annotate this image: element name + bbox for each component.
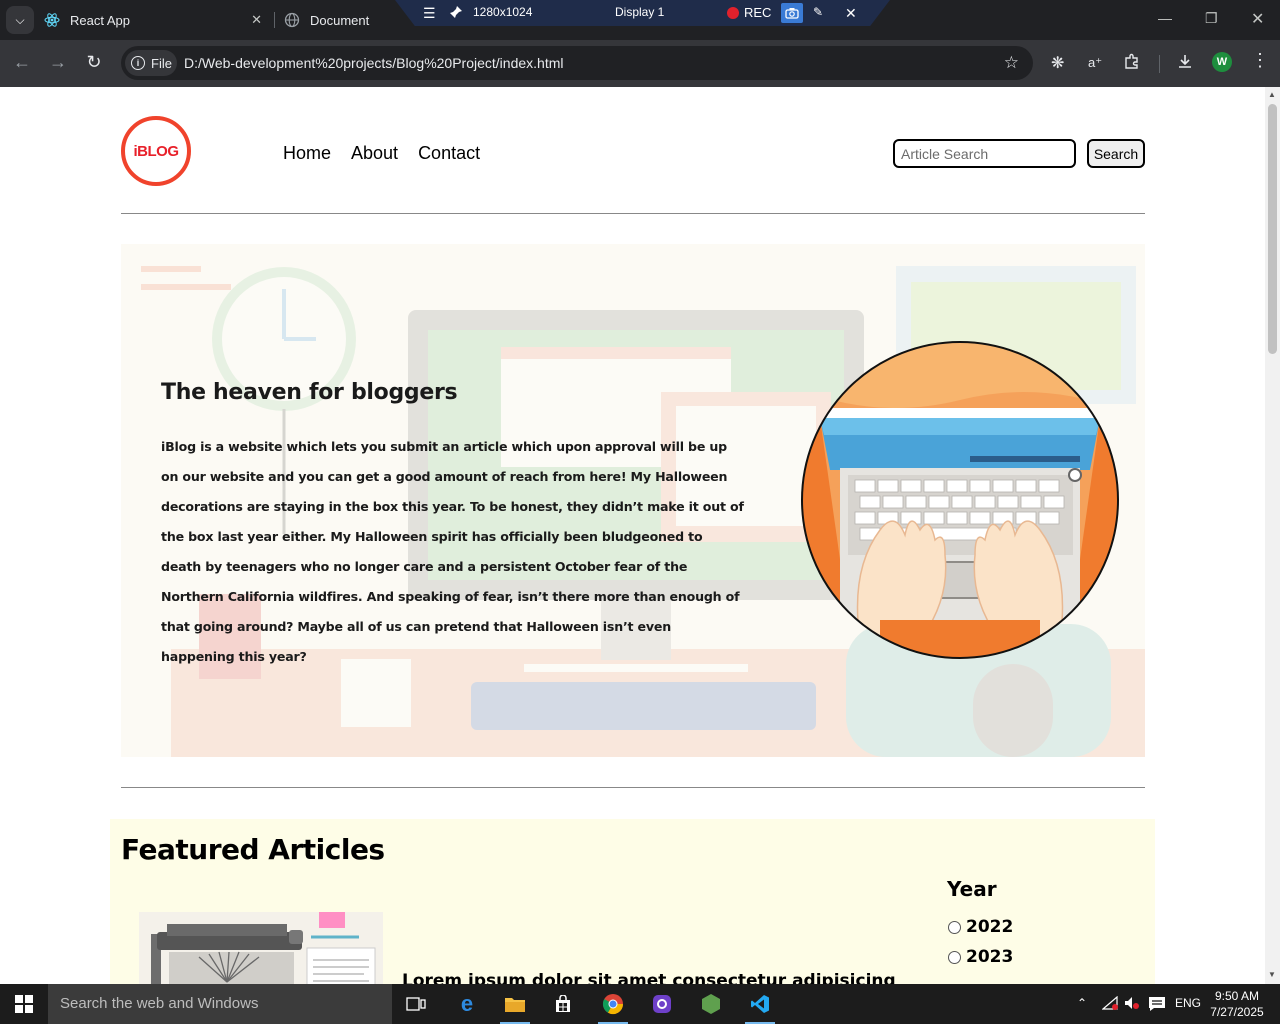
minimize-icon[interactable]: —: [1158, 10, 1172, 26]
system-clock[interactable]: 9:50 AM 7/27/2025: [1207, 988, 1267, 1020]
translate-icon[interactable]: a⁺: [1088, 55, 1102, 71]
globe-icon: [284, 12, 300, 28]
radio-button[interactable]: [948, 920, 961, 934]
article-heading[interactable]: Lorem ipsum dolor sit amet consectetur a…: [402, 971, 896, 984]
year-filter-heading: Year: [947, 877, 997, 901]
scrollbar-thumb[interactable]: [1268, 104, 1277, 354]
reload-icon[interactable]: ↻: [82, 52, 106, 73]
laptop-typing-image: [801, 341, 1119, 659]
featured-title: Featured Articles: [121, 833, 385, 866]
featured-articles-section: Featured Articles Lorem ipsum dolor sit …: [110, 819, 1155, 984]
tab-react-app[interactable]: React App ✕: [44, 4, 272, 36]
nav-about-link[interactable]: About: [351, 143, 398, 164]
year-option-2023[interactable]: 2023: [948, 947, 1013, 967]
nodejs-icon[interactable]: [696, 990, 726, 1018]
pin-icon[interactable]: [449, 5, 463, 22]
edge-browser-icon[interactable]: e: [452, 990, 482, 1018]
file-explorer-icon[interactable]: [500, 990, 530, 1024]
store-icon[interactable]: [548, 990, 578, 1018]
extensions-puzzle-icon[interactable]: [1124, 53, 1140, 74]
scheme-label: File: [151, 55, 172, 71]
download-icon[interactable]: [1177, 53, 1193, 74]
site-logo[interactable]: iBLOG: [121, 116, 191, 186]
scroll-down-arrow-icon[interactable]: ▼: [1268, 970, 1276, 979]
close-window-icon[interactable]: ✕: [1251, 9, 1264, 29]
clock-date: 7/27/2025: [1210, 1005, 1264, 1019]
tab-title: React App: [70, 12, 130, 28]
tab-search-menu-button[interactable]: ⌵: [6, 6, 34, 34]
site-info-chip[interactable]: i File: [125, 50, 177, 76]
record-dot-icon: [727, 7, 739, 19]
info-icon: i: [131, 56, 145, 70]
more-menu-icon[interactable]: ⋮: [1251, 50, 1269, 71]
nav-home-link[interactable]: Home: [283, 143, 331, 164]
divider-top: [121, 213, 1145, 214]
github-desktop-icon[interactable]: [647, 990, 677, 1018]
vscode-icon[interactable]: [745, 990, 775, 1024]
menu-icon[interactable]: ☰: [423, 5, 436, 22]
toolbar-divider: [1159, 55, 1160, 73]
browser-toolbar: ← → ↻ i File D:/Web-development%20projec…: [0, 40, 1280, 87]
page-scrollbar[interactable]: ▲ ▼: [1265, 87, 1280, 984]
restore-icon[interactable]: ❐: [1205, 10, 1218, 27]
notifications-icon[interactable]: [1148, 996, 1166, 1015]
start-button[interactable]: [0, 984, 48, 1024]
forward-arrow-icon[interactable]: →: [46, 52, 70, 73]
hero-title: The heaven for bloggers: [161, 380, 458, 405]
search-button[interactable]: Search: [1087, 139, 1145, 168]
nav-contact-link[interactable]: Contact: [418, 143, 480, 164]
scroll-up-arrow-icon[interactable]: ▲: [1268, 90, 1276, 99]
profile-avatar[interactable]: W: [1212, 52, 1232, 72]
react-icon: [44, 12, 60, 28]
extension-gear-icon[interactable]: ❋: [1051, 53, 1064, 73]
logo-text: iBLOG: [133, 142, 180, 160]
chrome-icon[interactable]: [598, 990, 628, 1024]
hero-section: The heaven for bloggers iBlog is a websi…: [121, 244, 1145, 757]
recorder-display[interactable]: Display 1: [615, 5, 664, 19]
tab-title: Document: [310, 12, 370, 28]
address-bar[interactable]: i File D:/Web-development%20projects/Blo…: [121, 46, 1033, 80]
back-arrow-icon[interactable]: ←: [10, 52, 34, 73]
input-language[interactable]: ENG: [1175, 996, 1201, 1010]
clock-time: 9:50 AM: [1214, 989, 1260, 1003]
windows-taskbar: Search the web and Windows e ⌃ ENG 9:50 …: [0, 984, 1280, 1024]
url-text[interactable]: D:/Web-development%20projects/Blog%20Pro…: [184, 55, 564, 71]
task-view-icon[interactable]: [401, 990, 431, 1018]
windows-logo-icon: [15, 995, 33, 1013]
hero-description: iBlog is a website which lets you submit…: [161, 439, 744, 664]
pencil-icon[interactable]: ✎: [813, 5, 823, 19]
network-icon[interactable]: [1101, 995, 1118, 1013]
tray-expand-chevron-icon[interactable]: ⌃: [1077, 996, 1087, 1010]
screen-recorder-bar: ☰ 1280x1024 Display 1 REC ✎ ✕: [395, 0, 890, 26]
chevron-down-icon: ⌵: [15, 12, 25, 27]
record-button[interactable]: REC: [744, 5, 771, 20]
article-search-input[interactable]: [893, 139, 1076, 168]
year-option-2022[interactable]: 2022: [948, 917, 1013, 937]
taskbar-search-box[interactable]: Search the web and Windows: [48, 984, 392, 1024]
year-option-label: 2023: [966, 947, 1014, 967]
recorder-resolution: 1280x1024: [473, 5, 533, 19]
tab-separator: [274, 12, 275, 28]
volume-icon[interactable]: [1124, 996, 1140, 1013]
close-icon[interactable]: ✕: [251, 12, 262, 28]
main-nav: Home About Contact: [283, 143, 480, 164]
close-icon[interactable]: ✕: [845, 5, 857, 22]
year-option-label: 2022: [966, 917, 1014, 937]
browser-tab-bar: ⌵ React App ✕ Document ☰ 1280x1024 Displ…: [0, 0, 1280, 40]
page-viewport: iBLOG Home About Contact Search: [0, 87, 1265, 984]
typewriter-thumbnail[interactable]: [139, 912, 383, 984]
radio-button[interactable]: [948, 950, 961, 964]
bookmark-star-icon[interactable]: ☆: [1004, 53, 1019, 73]
divider-bottom: [121, 787, 1145, 788]
camera-icon[interactable]: [781, 3, 803, 23]
